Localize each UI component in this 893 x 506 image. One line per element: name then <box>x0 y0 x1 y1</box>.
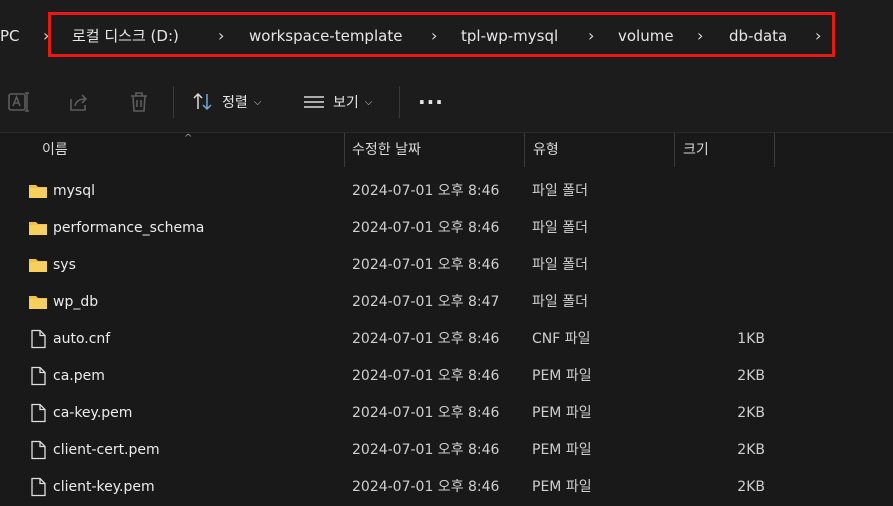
breadcrumb-separator[interactable]: › <box>431 18 437 54</box>
column-resize-handle[interactable] <box>674 133 675 167</box>
column-header-size[interactable]: 크기 <box>683 133 709 167</box>
column-resize-handle[interactable] <box>774 133 775 167</box>
view-icon <box>304 96 324 108</box>
file-name: mysql <box>53 183 95 199</box>
breadcrumb-item-db-data[interactable]: db-data <box>729 18 787 54</box>
file-row-folder[interactable]: sys 2024-07-01 오후 8:46 파일 폴더 <box>0 247 893 284</box>
file-icon <box>31 440 46 460</box>
more-options-icon: ··· <box>418 90 444 114</box>
toolbar-divider <box>173 86 174 118</box>
address-bar[interactable]: PC › 로컬 디스크 (D:) › workspace-template › … <box>0 0 893 72</box>
toolbar-divider <box>399 86 400 118</box>
command-bar: 정렬 ⌵ 보기 ⌵ ··· <box>0 72 893 133</box>
column-header-type[interactable]: 유형 <box>533 133 559 167</box>
file-date: 2024-07-01 오후 8:46 <box>352 368 500 384</box>
folder-icon <box>29 185 47 198</box>
view-button[interactable]: 보기 ⌵ <box>303 84 372 120</box>
file-type: PEM 파일 <box>532 405 592 421</box>
file-icon <box>31 366 46 386</box>
file-type: CNF 파일 <box>532 331 591 347</box>
file-date: 2024-07-01 오후 8:47 <box>352 294 500 310</box>
column-header-date[interactable]: 수정한 날짜 <box>352 133 421 167</box>
file-date: 2024-07-01 오후 8:46 <box>352 183 500 199</box>
file-date: 2024-07-01 오후 8:46 <box>352 479 500 495</box>
file-row[interactable]: client-key.pem 2024-07-01 오후 8:46 PEM 파일… <box>0 469 893 506</box>
file-row[interactable]: auto.cnf 2024-07-01 오후 8:46 CNF 파일 1KB <box>0 321 893 358</box>
breadcrumb-item-volume[interactable]: volume <box>618 18 674 54</box>
breadcrumb-item-local-disk[interactable]: 로컬 디스크 (D:) <box>72 18 179 54</box>
file-type: 파일 폴더 <box>532 294 588 310</box>
folder-icon <box>29 259 47 272</box>
chevron-down-icon: ⌵ <box>364 96 373 108</box>
file-name: client-cert.pem <box>53 442 160 458</box>
file-size: 2KB <box>737 368 765 384</box>
file-row[interactable]: client-cert.pem 2024-07-01 오후 8:46 PEM 파… <box>0 432 893 469</box>
breadcrumb-item-tpl-wp-mysql[interactable]: tpl-wp-mysql <box>461 18 558 54</box>
file-size: 2KB <box>737 479 765 495</box>
file-name: client-key.pem <box>53 479 155 495</box>
file-row-folder[interactable]: performance_schema 2024-07-01 오후 8:46 파일… <box>0 210 893 247</box>
column-header: ^ 이름 수정한 날짜 유형 크기 <box>0 133 893 167</box>
file-name: auto.cnf <box>53 331 111 347</box>
breadcrumb-item-pc[interactable]: PC <box>0 18 20 54</box>
more-options-button[interactable]: ··· <box>418 84 444 120</box>
chevron-down-icon: ⌵ <box>253 96 262 108</box>
file-size: 2KB <box>737 442 765 458</box>
breadcrumb-expand-chevron[interactable]: › <box>815 18 821 54</box>
breadcrumb-separator[interactable]: › <box>43 18 49 54</box>
view-label: 보기 <box>333 95 359 111</box>
sort-button[interactable]: 정렬 ⌵ <box>192 84 261 120</box>
file-type: PEM 파일 <box>532 479 592 495</box>
file-type: 파일 폴더 <box>532 257 588 273</box>
sort-icon <box>193 92 212 111</box>
column-header-name[interactable]: 이름 <box>42 133 68 167</box>
delete-icon[interactable] <box>127 90 151 114</box>
rename-icon[interactable] <box>7 90 31 114</box>
breadcrumb-separator[interactable]: › <box>588 18 594 54</box>
column-resize-handle[interactable] <box>344 133 345 167</box>
file-row[interactable]: ca.pem 2024-07-01 오후 8:46 PEM 파일 2KB <box>0 358 893 395</box>
file-date: 2024-07-01 오후 8:46 <box>352 220 500 236</box>
file-name: ca-key.pem <box>53 405 133 421</box>
folder-icon <box>29 296 47 309</box>
sort-label: 정렬 <box>222 95 248 111</box>
file-name: performance_schema <box>53 220 205 236</box>
breadcrumb-separator[interactable]: › <box>218 18 224 54</box>
folder-icon <box>29 222 47 235</box>
file-row-folder[interactable]: wp_db 2024-07-01 오후 8:47 파일 폴더 <box>0 284 893 321</box>
file-icon <box>31 329 46 349</box>
file-type: 파일 폴더 <box>532 220 588 236</box>
file-name: wp_db <box>53 294 99 310</box>
file-date: 2024-07-01 오후 8:46 <box>352 331 500 347</box>
file-icon <box>31 403 46 423</box>
file-date: 2024-07-01 오후 8:46 <box>352 257 500 273</box>
file-date: 2024-07-01 오후 8:46 <box>352 405 500 421</box>
file-type: PEM 파일 <box>532 442 592 458</box>
file-name: sys <box>53 257 76 273</box>
share-icon[interactable] <box>67 90 91 114</box>
column-resize-handle[interactable] <box>524 133 525 167</box>
file-type: 파일 폴더 <box>532 183 588 199</box>
breadcrumb-separator[interactable]: › <box>697 18 703 54</box>
sort-ascending-icon: ^ <box>184 133 193 144</box>
file-row[interactable]: ca-key.pem 2024-07-01 오후 8:46 PEM 파일 2KB <box>0 395 893 432</box>
file-type: PEM 파일 <box>532 368 592 384</box>
file-date: 2024-07-01 오후 8:46 <box>352 442 500 458</box>
breadcrumb-item-workspace-template[interactable]: workspace-template <box>249 18 402 54</box>
file-row-folder[interactable]: mysql 2024-07-01 오후 8:46 파일 폴더 <box>0 173 893 210</box>
file-icon <box>31 477 46 497</box>
file-size: 1KB <box>737 331 765 347</box>
file-size: 2KB <box>737 405 765 421</box>
file-name: ca.pem <box>53 368 105 384</box>
